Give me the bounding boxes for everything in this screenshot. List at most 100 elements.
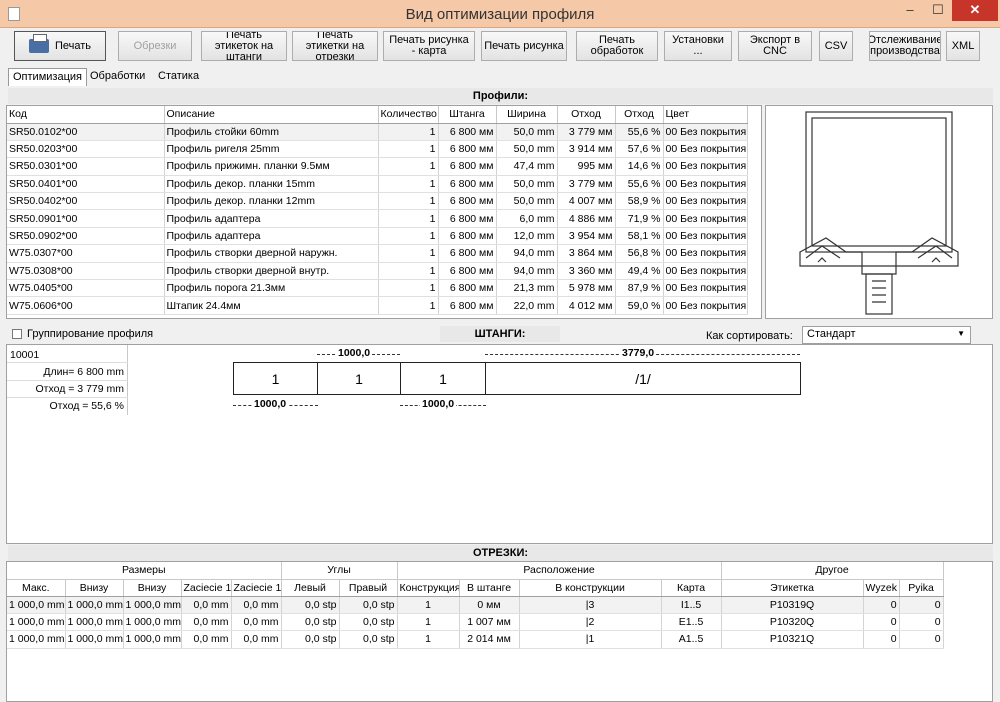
print-drawing-map-button[interactable]: Печать рисунка - карта (383, 31, 475, 61)
cut-cell: 0,0 mm (181, 630, 232, 649)
profile-cell: SR50.0203*00 (7, 140, 165, 159)
print-drawing-button[interactable]: Печать рисунка (481, 31, 567, 61)
settings-button[interactable]: Установки ... (664, 31, 732, 61)
profile-cell: 57,6 % (615, 140, 664, 159)
cuts-column-header[interactable]: Zaciecie 1 (181, 579, 232, 597)
profile-cell: 00 Без покрытия (663, 175, 748, 194)
profiles-column-header[interactable]: Цвет (663, 106, 748, 124)
profile-row[interactable]: SR50.0203*00 Профиль ригеля 25mm 1 6 800 мм… (7, 140, 748, 159)
profile-cell: 6 800 мм (438, 157, 497, 176)
maximize-button[interactable]: ☐ (924, 0, 952, 21)
group-profile-label: Группирование профиля (27, 328, 154, 340)
profiles-table: Код Описание Количество Штанга Ширина Отход От… (7, 106, 748, 315)
cuts-column-header[interactable]: Правый (339, 579, 398, 597)
toolbar: Печать Обрезки Печать этикеток на штанги… (0, 29, 1000, 65)
profile-row[interactable]: SR50.0401*00 Профиль декор. планки 15mm 1 6… (7, 175, 748, 194)
profile-cell: 59,0 % (615, 296, 664, 315)
cut-cell: 0,0 stp (281, 596, 340, 614)
profiles-column-header[interactable]: Код (7, 106, 165, 124)
profiles-column-header[interactable]: Отход (615, 106, 664, 124)
profiles-column-header[interactable]: Штанга (438, 106, 497, 124)
profile-cell: 71,9 % (615, 209, 664, 228)
profile-cell: Профиль порога 21.3мм (164, 279, 379, 298)
cut-row[interactable]: 1 000,0 mm 1 000,0 mm 1 000,0 mm 0,0 mm 0,0 … (7, 613, 944, 632)
sort-select[interactable]: Стандарт ▼ (802, 326, 971, 344)
export-cnc-button[interactable]: Экспорт в CNC (738, 31, 812, 61)
tab-statics[interactable]: Статика (154, 68, 203, 86)
profile-cell: 6 800 мм (438, 175, 497, 194)
cut-cell: 1 007 мм (459, 613, 520, 632)
tab-operations[interactable]: Обработки (86, 68, 149, 86)
cuts-column-header[interactable]: Pyika (899, 579, 944, 597)
profile-cell: Профиль адаптера (164, 227, 379, 246)
profile-row[interactable]: SR50.0102*00 Профиль стойки 60mm 1 6 800 мм… (7, 123, 748, 141)
profile-cell: 1 (378, 244, 439, 263)
profile-row[interactable]: SR50.0402*00 Профиль декор. планки 12mm 1 6… (7, 192, 748, 211)
bar-segment[interactable]: 1 (233, 362, 318, 395)
profiles-column-header[interactable]: Количество (378, 106, 439, 124)
cut-cell: 0,0 mm (231, 613, 282, 632)
cuts-column-header[interactable]: Wyzek (863, 579, 900, 597)
profile-cell: Штапик 24.4мм (164, 296, 379, 315)
profile-row[interactable]: SR50.0902*00 Профиль адаптера 1 6 800 мм 12,… (7, 227, 748, 246)
cuts-column-header[interactable]: Внизу (65, 579, 124, 597)
profile-cell: 1 (378, 227, 439, 246)
cuts-column-header[interactable]: Этикетка (721, 579, 864, 597)
cuts-column-header[interactable]: Конструкция (397, 579, 460, 597)
cut-row[interactable]: 1 000,0 mm 1 000,0 mm 1 000,0 mm 0,0 mm 0,0 … (7, 596, 944, 614)
cuts-column-header[interactable]: В штанге (459, 579, 520, 597)
profile-cell: 995 мм (557, 157, 616, 176)
profile-cell: 22,0 mm (496, 296, 558, 315)
profiles-column-header[interactable]: Отход (557, 106, 616, 124)
bar-waste-segment[interactable]: /1/ (485, 362, 801, 395)
cut-cell: 1 (397, 613, 460, 632)
profile-row[interactable]: W75.0606*00 Штапик 24.4мм 1 6 800 мм 22,0 mm… (7, 296, 748, 315)
profile-cell: 50,0 mm (496, 140, 558, 159)
profile-cell: 1 (378, 296, 439, 315)
title-bar: Вид оптимизации профиля – ☐ ✕ (0, 0, 1000, 28)
print-button[interactable]: Печать (14, 31, 106, 61)
profile-cell: 00 Без покрытия (663, 157, 748, 176)
profile-row[interactable]: W75.0308*00 Профиль створки дверной внутр… (7, 262, 748, 281)
xml-button[interactable]: XML (946, 31, 980, 61)
profile-row[interactable]: SR50.0301*00 Профиль прижимн. планки 9.5м… (7, 157, 748, 176)
cuts-column-header[interactable]: В конструкции (519, 579, 662, 597)
profile-cell: W75.0606*00 (7, 296, 165, 315)
dimension-top-waste: 3779,0 (620, 347, 657, 359)
cuts-column-header[interactable]: Zaciecie 1 (231, 579, 282, 597)
print-operations-button[interactable]: Печать обработок (576, 31, 658, 61)
profiles-title: Профили: (8, 88, 993, 104)
print-labels-bars-button[interactable]: Печать этикеток на штанги (201, 31, 287, 61)
cuts-button[interactable]: Обрезки (118, 31, 192, 61)
cut-cell: 0,0 stp (339, 596, 398, 614)
profile-row[interactable]: SR50.0901*00 Профиль адаптера 1 6 800 мм 6,0… (7, 209, 748, 228)
profile-row[interactable]: W75.0405*00 Профиль порога 21.3мм 1 6 800 м… (7, 279, 748, 298)
profile-cell: 21,3 mm (496, 279, 558, 298)
bar-segment[interactable]: 1 (317, 362, 401, 395)
cuts-column-header[interactable]: Левый (281, 579, 340, 597)
cut-row[interactable]: 1 000,0 mm 1 000,0 mm 1 000,0 mm 0,0 mm 0,0 … (7, 630, 944, 649)
print-labels-cuts-button[interactable]: Печать этикетки на отрезки (292, 31, 378, 61)
printer-icon (28, 34, 49, 53)
tab-optimization[interactable]: Оптимизация (8, 68, 87, 86)
group-profile-checkbox[interactable]: Группирование профиля (12, 328, 153, 340)
minimize-button[interactable]: – (896, 0, 924, 21)
cut-cell: P10319Q (721, 596, 864, 614)
profiles-column-header[interactable]: Описание (164, 106, 379, 124)
cuts-column-header[interactable]: Макс. (7, 579, 66, 597)
cuts-column-header[interactable]: Внизу (123, 579, 182, 597)
group-header-sizes: Размеры (7, 562, 282, 580)
close-button[interactable]: ✕ (952, 0, 998, 21)
profile-cell: 00 Без покрытия (663, 192, 748, 211)
tracking-button[interactable]: Отслеживание производства (869, 31, 941, 61)
profiles-column-header[interactable]: Ширина (496, 106, 558, 124)
cut-cell: 1 000,0 mm (65, 613, 124, 632)
profile-cell: 6 800 мм (438, 279, 497, 298)
profile-cell: 58,9 % (615, 192, 664, 211)
bar-segment[interactable]: 1 (400, 362, 486, 395)
bar-waste: Отход = 3 779 mm (35, 383, 125, 395)
profile-cell: 1 (378, 157, 439, 176)
cuts-column-header[interactable]: Карта (661, 579, 722, 597)
profile-row[interactable]: W75.0307*00 Профиль створки дверной наруж… (7, 244, 748, 263)
csv-button[interactable]: CSV (819, 31, 853, 61)
